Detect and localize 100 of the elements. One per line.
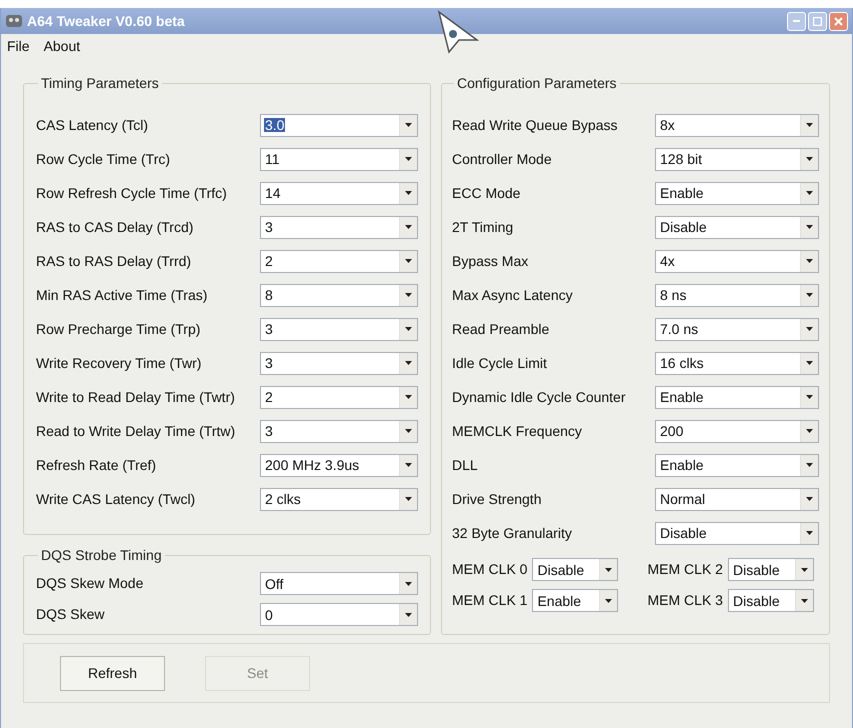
field-label: Read to Write Delay Time (Trtw): [36, 422, 236, 441]
dropdown-arrow-button[interactable]: [800, 182, 818, 204]
dropdown-arrow-button[interactable]: [399, 216, 417, 238]
caret-icon: [800, 598, 808, 602]
dropdown-arrow-button[interactable]: [399, 573, 417, 594]
caret-icon: [405, 361, 412, 365]
dropdown-arrow-button[interactable]: [399, 604, 417, 625]
dropdown-arrow-button[interactable]: [800, 420, 818, 442]
close-button[interactable]: [829, 12, 848, 30]
dropdown[interactable]: 0: [260, 603, 418, 626]
dropdown-arrow-button[interactable]: [399, 318, 417, 340]
dropdown[interactable]: 8x: [655, 114, 819, 136]
dropdown-arrow-button[interactable]: [800, 318, 818, 340]
caret-icon: [806, 531, 813, 535]
dropdown-arrow-button[interactable]: [800, 114, 818, 136]
dropdown[interactable]: 16 clks: [655, 352, 819, 374]
caret-icon: [806, 361, 813, 365]
dropdown-arrow-button[interactable]: [399, 148, 417, 170]
dropdown-value: Disable: [536, 562, 586, 576]
field-label: Bypass Max: [452, 252, 528, 271]
app-icon: [5, 13, 23, 29]
dropdown-value: 8: [264, 288, 274, 302]
dropdown-arrow-button[interactable]: [800, 352, 818, 374]
dropdown-arrow-button[interactable]: [399, 182, 417, 204]
dropdown-arrow-button[interactable]: [599, 590, 618, 611]
dropdown-arrow-button[interactable]: [794, 559, 813, 580]
dropdown-arrow-button[interactable]: [800, 386, 818, 408]
dropdown[interactable]: 2: [260, 250, 418, 272]
caret-icon: [405, 429, 412, 433]
dropdown[interactable]: 4x: [655, 250, 819, 272]
dropdown-arrow-button[interactable]: [399, 454, 417, 476]
dropdown-arrow-button[interactable]: [399, 250, 417, 272]
dropdown[interactable]: 11: [260, 148, 418, 170]
dropdown[interactable]: 3: [260, 420, 418, 442]
dropdown[interactable]: Disable: [728, 558, 814, 581]
dropdown[interactable]: Disable: [655, 216, 819, 238]
dropdown[interactable]: 3: [260, 318, 418, 340]
minimize-icon: [793, 20, 800, 22]
field-label: MEM CLK 3: [648, 591, 723, 610]
dropdown-value: 200 MHz 3.9us: [264, 458, 360, 472]
dropdown-arrow-button[interactable]: [599, 559, 618, 580]
menu-item[interactable]: About: [44, 36, 80, 57]
field-label: MEM CLK 2: [648, 560, 723, 579]
dropdown[interactable]: 3: [260, 352, 418, 374]
dropdown-arrow-button[interactable]: [794, 590, 813, 611]
dropdown[interactable]: Enable: [655, 182, 819, 204]
dropdown[interactable]: 8: [260, 284, 418, 306]
dropdown-arrow-button[interactable]: [399, 114, 417, 136]
dropdown-arrow-button[interactable]: [399, 386, 417, 408]
dropdown[interactable]: 2: [260, 386, 418, 408]
dropdown[interactable]: Disable: [655, 522, 819, 544]
caret-icon: [405, 497, 412, 501]
dropdown[interactable]: 3.0: [260, 114, 418, 136]
dropdown[interactable]: 128 bit: [655, 148, 819, 170]
menu-item[interactable]: File: [7, 36, 30, 57]
dropdown[interactable]: Off: [260, 572, 418, 595]
dropdown-value: 200: [659, 424, 684, 438]
dropdown[interactable]: Enable: [655, 454, 819, 476]
field-label: Write CAS Latency (Twcl): [36, 490, 196, 509]
dropdown-value: 8 ns: [659, 288, 688, 302]
dropdown[interactable]: Normal: [655, 488, 819, 510]
dropdown[interactable]: 14: [260, 182, 418, 204]
caret-icon: [605, 568, 612, 572]
dropdown-arrow-button[interactable]: [800, 250, 818, 272]
dropdown-value: 11: [264, 152, 281, 166]
dropdown-arrow-button[interactable]: [800, 488, 818, 510]
field-label: Max Async Latency: [452, 286, 573, 305]
dropdown[interactable]: 7.0 ns: [655, 318, 819, 340]
dropdown-value: 3: [264, 322, 274, 336]
dropdown-arrow-button[interactable]: [399, 488, 417, 510]
dropdown-arrow-button[interactable]: [399, 284, 417, 306]
field-label: 2T Timing: [452, 218, 514, 237]
action-button[interactable]: Refresh: [60, 656, 165, 690]
dropdown-arrow-button[interactable]: [800, 148, 818, 170]
dropdown[interactable]: 200 MHz 3.9us: [260, 454, 418, 476]
dropdown[interactable]: Enable: [532, 589, 618, 612]
field-label: DLL: [452, 456, 478, 474]
dropdown-arrow-button[interactable]: [399, 420, 417, 442]
dropdown-arrow-button[interactable]: [399, 352, 417, 374]
dropdown-value: Disable: [732, 562, 781, 576]
dropdown-value: Enable: [659, 186, 705, 200]
dropdown[interactable]: 8 ns: [655, 284, 819, 306]
dropdown[interactable]: 3: [260, 216, 418, 238]
dropdown-value: Enable: [536, 594, 582, 608]
field-label: MEMCLK Frequency: [452, 422, 582, 441]
caret-icon: [800, 568, 808, 572]
close-icon: [834, 16, 843, 26]
field-label: Row Precharge Time (Trp): [36, 320, 200, 339]
dropdown[interactable]: 200: [655, 420, 819, 442]
dropdown-arrow-button[interactable]: [800, 284, 818, 306]
dropdown[interactable]: 2 clks: [260, 488, 418, 510]
dropdown-arrow-button[interactable]: [800, 454, 818, 476]
dropdown-arrow-button[interactable]: [800, 216, 818, 238]
caret-icon: [806, 395, 813, 399]
dropdown[interactable]: Disable: [728, 589, 814, 612]
dropdown[interactable]: Enable: [655, 386, 819, 408]
dropdown-arrow-button[interactable]: [800, 522, 818, 544]
dropdown[interactable]: Disable: [532, 558, 618, 581]
field-label: 32 Byte Granularity: [452, 524, 572, 543]
field-label: RAS to CAS Delay (Trcd): [36, 218, 194, 237]
